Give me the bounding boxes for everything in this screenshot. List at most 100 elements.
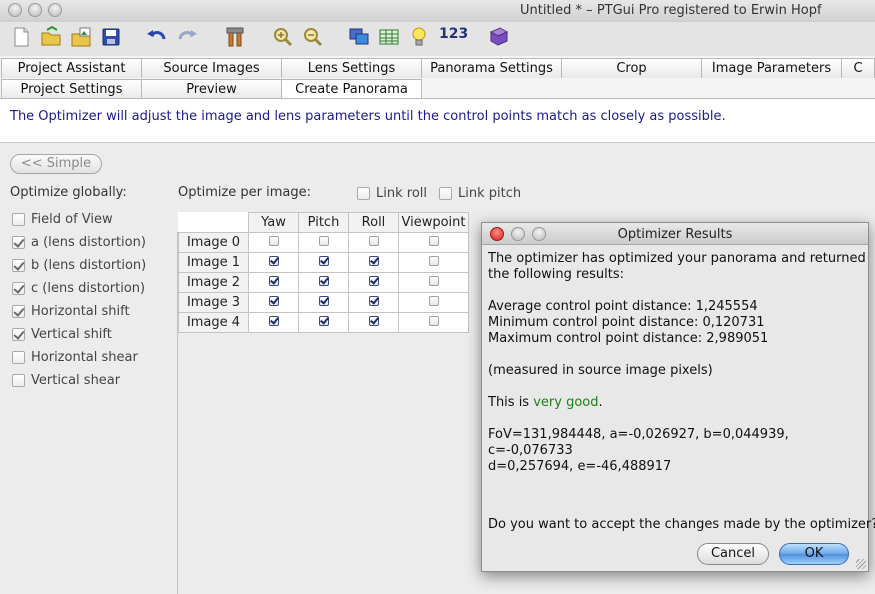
table-cell [348, 232, 399, 253]
checkbox-roll-image-4[interactable] [368, 316, 379, 326]
checkbox-horizontal-shear[interactable]: Horizontal shear [12, 348, 138, 366]
table-row: Image 0 [178, 232, 469, 253]
average-distance: Average control point distance: 1,245554 [488, 299, 758, 314]
checkbox-link-roll[interactable]: Link roll [357, 184, 427, 202]
tab-create-panorama[interactable]: Create Panorama [281, 79, 422, 99]
save-icon[interactable] [98, 24, 124, 50]
zoom-out-icon[interactable] [300, 24, 326, 50]
tab-source-images[interactable]: Source Images [141, 58, 282, 78]
window-minimize-button[interactable] [28, 3, 42, 17]
table-row: Image 2 [178, 272, 469, 293]
table-cell [248, 252, 299, 273]
new-document-icon[interactable] [8, 24, 34, 50]
open-images-icon[interactable] [68, 24, 94, 50]
undo-icon[interactable] [144, 24, 170, 50]
toolbar: 123 [0, 22, 875, 56]
lightbulb-icon[interactable] [406, 24, 432, 50]
checkbox-icon[interactable] [12, 212, 25, 226]
checkbox-pitch-image-1[interactable] [318, 256, 329, 266]
checkbox-viewpoint-image-2[interactable] [428, 276, 439, 286]
optimize-globally-label: Optimize globally: [10, 185, 127, 200]
tab-panorama-settings[interactable]: Panorama Settings [421, 58, 562, 78]
quality-rating: very good [533, 395, 599, 410]
zoom-in-icon[interactable] [270, 24, 296, 50]
table-cell [248, 292, 299, 313]
redo-icon[interactable] [174, 24, 200, 50]
tab-preview[interactable]: Preview [141, 79, 282, 99]
checkbox-pitch-image-0[interactable] [318, 236, 329, 246]
checkbox-roll-image-2[interactable] [368, 276, 379, 286]
tab-project-settings[interactable]: Project Settings [1, 79, 142, 99]
table-cell [348, 292, 399, 313]
checkbox-icon[interactable] [439, 186, 452, 200]
checkbox-roll-image-3[interactable] [368, 296, 379, 306]
checkbox-b-lens-distortion[interactable]: b (lens distortion) [12, 256, 146, 274]
table-icon[interactable] [376, 24, 402, 50]
checkbox-a-lens-distortion[interactable]: a (lens distortion) [12, 233, 146, 251]
checkbox-yaw-image-0[interactable] [268, 236, 279, 246]
tab-bar: Project Assistant Source Images Lens Set… [0, 56, 875, 100]
checkbox-field-of-view[interactable]: Field of View [12, 210, 113, 228]
parameters-line-1: FoV=131,984448, a=-0,026927, b=0,044939, [488, 427, 789, 442]
checkbox-vertical-shear[interactable]: Vertical shear [12, 371, 120, 389]
optimizer-results-dialog: Optimizer Results The optimizer has opti… [481, 222, 875, 572]
book-icon[interactable] [486, 24, 512, 50]
table-cell [398, 272, 469, 293]
tools-icon[interactable] [222, 24, 248, 50]
tab-image-parameters[interactable]: Image Parameters [701, 58, 842, 78]
dialog-intro-line-1: The optimizer has optimized your panoram… [488, 251, 866, 266]
checkbox-yaw-image-4[interactable] [268, 316, 279, 326]
numbers-icon[interactable]: 123 [439, 26, 468, 42]
table-cell [298, 272, 349, 293]
table-cell [398, 252, 469, 273]
measurement-note: (measured in source image pixels) [488, 363, 713, 378]
checkbox-viewpoint-image-0[interactable] [428, 236, 439, 246]
column-header-roll: Roll [348, 212, 399, 233]
ok-button[interactable]: OK [779, 543, 849, 565]
tab-project-assistant[interactable]: Project Assistant [1, 58, 142, 78]
optimizer-info-text: The Optimizer will adjust the image and … [0, 99, 875, 143]
checkbox-yaw-image-2[interactable] [268, 276, 279, 286]
accept-question: Do you want to accept the changes made b… [488, 517, 875, 532]
checkbox-viewpoint-image-4[interactable] [428, 316, 439, 326]
checkbox-vertical-shift[interactable]: Vertical shift [12, 325, 112, 343]
table-cell [348, 252, 399, 273]
simple-mode-button[interactable]: << Simple [10, 154, 102, 174]
checkbox-icon[interactable] [12, 235, 25, 249]
checkbox-icon[interactable] [12, 304, 25, 318]
checkbox-icon[interactable] [12, 258, 25, 272]
window-close-button[interactable] [8, 3, 22, 17]
open-folder-icon[interactable] [38, 24, 64, 50]
checkbox-roll-image-1[interactable] [368, 256, 379, 266]
tab-lens-settings[interactable]: Lens Settings [281, 58, 422, 78]
tab-crop[interactable]: Crop [561, 58, 702, 78]
checkbox-viewpoint-image-3[interactable] [428, 296, 439, 306]
checkbox-horizontal-shift[interactable]: Horizontal shift [12, 302, 130, 320]
checkbox-roll-image-0[interactable] [368, 236, 379, 246]
dialog-title-bar: Optimizer Results [482, 223, 868, 245]
checkbox-yaw-image-1[interactable] [268, 256, 279, 266]
resize-grip-icon[interactable] [856, 559, 866, 569]
checkbox-icon[interactable] [12, 350, 25, 364]
panorama-editor-icon[interactable] [346, 24, 372, 50]
checkbox-icon[interactable] [12, 327, 25, 341]
dialog-intro-line-2: the following results: [488, 267, 624, 282]
checkbox-pitch-image-3[interactable] [318, 296, 329, 306]
checkbox-icon[interactable] [12, 373, 25, 387]
table-cell [298, 252, 349, 273]
window-zoom-button[interactable] [48, 3, 62, 17]
tab-control-points[interactable]: C [841, 58, 875, 78]
checkbox-yaw-image-3[interactable] [268, 296, 279, 306]
checkbox-link-pitch[interactable]: Link pitch [439, 184, 521, 202]
checkbox-c-lens-distortion[interactable]: c (lens distortion) [12, 279, 145, 297]
checkbox-icon[interactable] [12, 281, 25, 295]
checkbox-pitch-image-4[interactable] [318, 316, 329, 326]
table-cell [248, 272, 299, 293]
table-cell [348, 312, 399, 333]
window-title-bar: Untitled * – PTGui Pro registered to Erw… [0, 0, 875, 22]
optimize-per-image-label: Optimize per image: [178, 185, 312, 200]
checkbox-pitch-image-2[interactable] [318, 276, 329, 286]
cancel-button[interactable]: Cancel [697, 543, 769, 565]
checkbox-icon[interactable] [357, 186, 370, 200]
checkbox-viewpoint-image-1[interactable] [428, 256, 439, 266]
